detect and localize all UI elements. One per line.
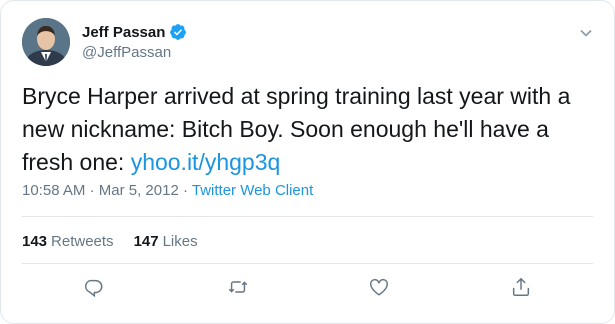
- avatar[interactable]: [22, 18, 70, 66]
- tweet-body: Bryce Harper arrived at spring training …: [22, 83, 571, 175]
- tweet-date[interactable]: Mar 5, 2012: [99, 182, 179, 199]
- retweets-label: Retweets: [51, 233, 114, 250]
- retweets-count: 143: [22, 233, 48, 250]
- divider: [22, 216, 593, 217]
- retweet-button[interactable]: [227, 276, 251, 300]
- meta-separator: ·: [182, 182, 188, 199]
- verified-badge-icon: [170, 24, 187, 40]
- action-bar: [1, 276, 615, 306]
- tweet-link[interactable]: yhoo.it/yhgp3q: [131, 149, 281, 175]
- divider: [22, 263, 593, 264]
- like-button[interactable]: [368, 276, 392, 300]
- likes-count: 147: [133, 233, 159, 250]
- author-name[interactable]: Jeff Passan: [82, 24, 165, 41]
- tweet-meta: 10:58 AM · Mar 5, 2012 · Twitter Web Cli…: [22, 182, 313, 199]
- retweet-icon: [228, 281, 248, 293]
- tweet-time[interactable]: 10:58 AM: [22, 182, 85, 199]
- chevron-down-icon[interactable]: [579, 26, 593, 40]
- tweet-client[interactable]: Twitter Web Client: [192, 182, 313, 199]
- tweet-stats: 143 Retweets 147 Likes: [22, 233, 218, 250]
- author-handle[interactable]: @JeffPassan: [82, 44, 171, 61]
- share-icon: [512, 277, 530, 296]
- tweet-text: Bryce Harper arrived at spring training …: [22, 80, 592, 179]
- likes-stat[interactable]: 147 Likes: [134, 233, 198, 250]
- author-row: Jeff Passan: [82, 23, 187, 41]
- reply-icon: [84, 279, 103, 298]
- heart-icon: [370, 278, 388, 296]
- share-button[interactable]: [510, 276, 534, 300]
- meta-separator: ·: [89, 182, 95, 199]
- retweets-stat[interactable]: 143 Retweets: [22, 233, 114, 250]
- likes-label: Likes: [162, 233, 198, 250]
- tweet-card: Jeff Passan @JeffPassan Bryce Harper arr…: [0, 0, 615, 324]
- reply-button[interactable]: [82, 276, 106, 300]
